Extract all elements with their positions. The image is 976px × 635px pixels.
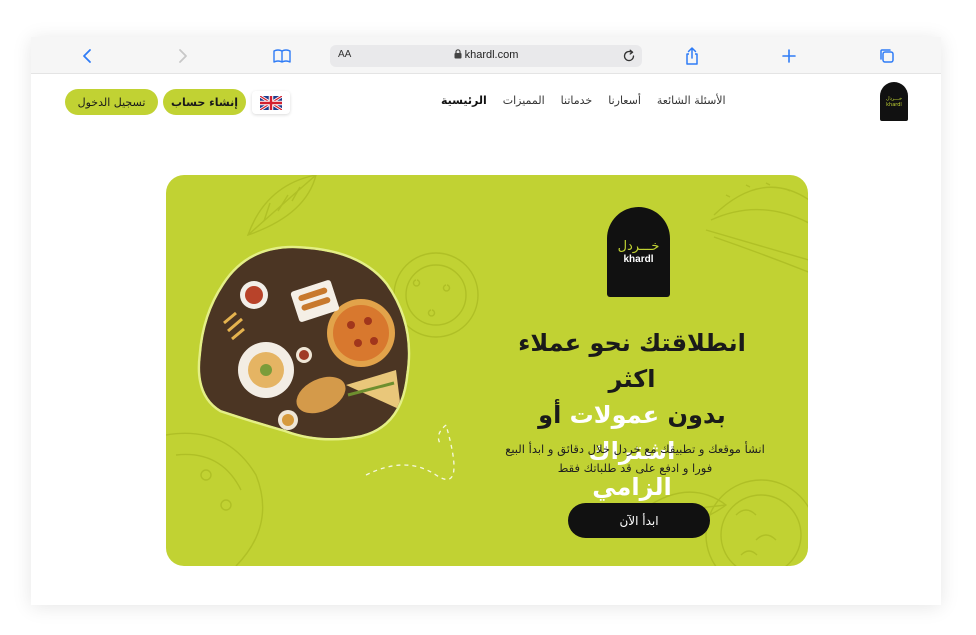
menu-item-home[interactable]: الرئيسية [441,94,487,107]
headline-word-without: بدون [659,401,726,429]
browser-window: AA khardl.com تسجيل الدخول إنشاء حساب ال… [31,37,941,605]
menu-item-services[interactable]: خدماتنا [561,94,593,107]
reload-icon[interactable] [622,48,636,67]
browser-toolbar: AA khardl.com [31,37,941,74]
site-logo-en: khardl [886,101,902,108]
lock-icon [454,49,462,62]
site-logo[interactable]: خـــردل khardl [880,82,908,121]
hero-logo-ar: خـــردل [617,238,660,254]
main-menu: الرئيسية المميزات خدماتنا أسعارنا الأسئل… [441,94,726,107]
start-now-button[interactable]: ابدأ الآن [568,503,710,538]
new-tab-icon[interactable] [777,44,801,68]
tabs-icon[interactable] [875,44,899,68]
address-bar[interactable]: AA khardl.com [330,45,642,67]
uk-flag-icon [260,95,282,110]
hero-headline: انطلاقتك نحو عملاء اكثر بدون عمولات أو ا… [496,325,768,505]
menu-item-faq[interactable]: الأسئلة الشائعة [657,94,726,107]
headline-word-or: أو [538,401,570,429]
back-icon[interactable] [75,44,99,68]
language-switcher[interactable] [252,91,290,114]
headline-word-commissions: عمولات [569,401,660,429]
url-text: khardl.com [464,49,519,61]
menu-item-features[interactable]: المميزات [503,94,545,107]
login-button[interactable]: تسجيل الدخول [65,89,158,115]
site-header: تسجيل الدخول إنشاء حساب الرئيسية المميزا… [31,74,941,126]
signup-button[interactable]: إنشاء حساب [163,89,246,115]
menu-item-pricing[interactable]: أسعارنا [608,94,641,107]
bookmarks-icon[interactable] [270,44,294,68]
hero-subtext: انشأ موقعك و تطبيقك مع خردل خلال دقائق و… [505,442,765,475]
forward-icon[interactable] [171,44,195,68]
hero-logo: خـــردل khardl [607,207,670,297]
hero-banner: خـــردل khardl انطلاقتك نحو عملاء اكثر ب… [166,175,808,566]
headline-line-1: انطلاقتك نحو عملاء اكثر [518,329,746,393]
food-image [197,245,411,441]
share-icon[interactable] [680,44,704,68]
hero-logo-en: khardl [623,253,654,265]
